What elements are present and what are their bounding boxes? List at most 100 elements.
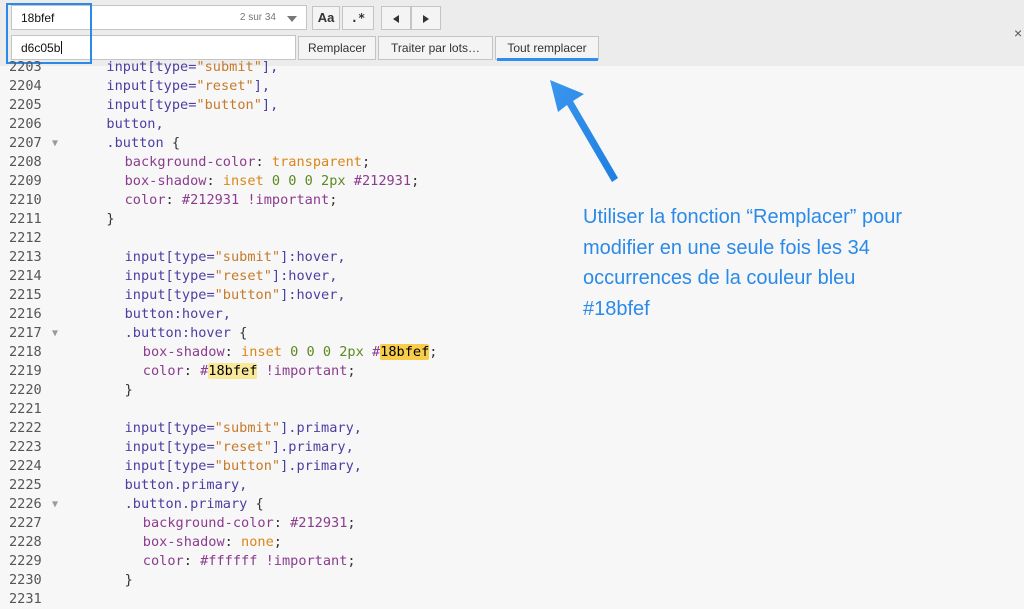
- fold-toggle-icon[interactable]: ▼: [52, 495, 58, 514]
- line-number: 2222: [9, 420, 42, 436]
- code-token: "reset": [196, 78, 254, 94]
- code-text: }: [106, 210, 114, 229]
- code-token: ].primary,: [280, 420, 362, 436]
- code-token: :: [206, 173, 223, 189]
- code-token: ;: [411, 173, 420, 189]
- code-text: box-shadow: none;: [143, 533, 282, 552]
- line-number: 2208: [9, 154, 42, 170]
- code-token: color: [124, 192, 166, 208]
- line-number: 2223: [9, 439, 42, 455]
- code-line: 2226 ▼ .button.primary {: [0, 495, 1024, 514]
- code-text: button:hover,: [125, 305, 231, 324]
- code-line: 2222 input[type="submit"].primary,: [0, 419, 1024, 438]
- code-line: 2227 background-color: #212931;: [0, 514, 1024, 533]
- code-token: button.primary,: [124, 477, 248, 493]
- code-token: ;: [361, 154, 371, 170]
- line-number: 2224: [9, 458, 42, 474]
- code-token: ],: [253, 78, 271, 94]
- code-line: 2207 ▼ .button {: [0, 134, 1024, 153]
- code-token: input[: [124, 287, 174, 303]
- code-token: input[: [106, 59, 156, 75]
- line-number: 2231: [9, 591, 42, 607]
- code-token: "reset": [214, 268, 272, 284]
- code-token: .button:hover: [124, 325, 240, 341]
- line-number: 2227: [9, 515, 42, 531]
- code-token: :: [255, 154, 272, 170]
- code-token: input[: [124, 268, 174, 284]
- code-token: box-shadow: [142, 534, 225, 550]
- code-token: :: [165, 192, 182, 208]
- code-line: 2220}: [0, 381, 1024, 400]
- replace-button[interactable]: Remplacer: [298, 36, 376, 60]
- find-replace-bar: 18bfef 2 sur 34 d6c05b Aa .* Remplacer T…: [0, 0, 1024, 67]
- code-token: }: [106, 211, 115, 227]
- code-text: input[type="button"]:hover,: [125, 286, 346, 305]
- code-line: 2231: [0, 590, 1024, 609]
- close-icon[interactable]: ×: [1014, 25, 1022, 41]
- line-number: 2215: [9, 287, 42, 303]
- code-text: .button {: [106, 134, 180, 153]
- code-token: background-color: [124, 154, 256, 170]
- code-line: 2209 box-shadow: inset 0 0 0 2px #212931;: [0, 172, 1024, 191]
- code-line: 2206 button,: [0, 115, 1024, 134]
- line-number: 2203: [9, 59, 42, 75]
- code-token: "submit": [214, 249, 281, 265]
- code-token: type=: [173, 287, 215, 303]
- code-token: 0 0 0 2px: [290, 344, 372, 360]
- code-token: input[: [124, 249, 174, 265]
- code-token: inset: [241, 344, 291, 360]
- line-number: 2217: [9, 325, 42, 341]
- code-token: .button.primary: [124, 496, 256, 512]
- code-text: input[type="submit"]:hover,: [125, 248, 346, 267]
- code-text: input[type="submit"],: [106, 58, 278, 77]
- fold-toggle-icon[interactable]: ▼: [52, 134, 58, 153]
- code-editor[interactable]: 2203 input[type="submit"], 2204 input[type=…: [0, 59, 1024, 609]
- code-token: background-color: [142, 515, 274, 531]
- regex-button[interactable]: .*: [342, 6, 374, 30]
- replace-all-button[interactable]: Tout remplacer: [495, 36, 599, 60]
- code-line: 2205 input[type="button"],: [0, 96, 1024, 115]
- code-text: color: #212931 !important;: [125, 191, 338, 210]
- code-token: }: [124, 382, 133, 398]
- code-text: color: #ffffff !important;: [143, 552, 356, 571]
- line-number: 2205: [9, 97, 42, 113]
- code-line: 2219 color: #18bfef !important;: [0, 362, 1024, 381]
- code-token: type=: [155, 59, 197, 75]
- next-match-button[interactable]: [411, 6, 441, 30]
- line-number: 2210: [9, 192, 42, 208]
- fold-toggle-icon[interactable]: ▼: [52, 324, 58, 343]
- code-token: !important: [247, 192, 330, 208]
- code-token: "button": [214, 287, 281, 303]
- code-token: button:hover,: [124, 306, 231, 322]
- code-token: :: [224, 344, 242, 360]
- previous-match-button[interactable]: [381, 6, 411, 30]
- code-token: type=: [173, 249, 215, 265]
- code-line: 2230}: [0, 571, 1024, 590]
- code-line: 2221: [0, 400, 1024, 419]
- line-number: 2212: [9, 230, 42, 246]
- code-token: !important: [257, 363, 348, 379]
- code-line: 2208 background-color: transparent;: [0, 153, 1024, 172]
- code-line: 2217 ▼ .button:hover {: [0, 324, 1024, 343]
- code-token: ;: [429, 344, 438, 360]
- match-case-button[interactable]: Aa: [312, 6, 340, 30]
- line-number: 2230: [9, 572, 42, 588]
- code-line: 2203 input[type="submit"],: [0, 58, 1024, 77]
- code-text: input[type="button"].primary,: [125, 457, 362, 476]
- code-token: input[: [124, 458, 174, 474]
- line-number: 2225: [9, 477, 42, 493]
- code-token: input[: [124, 420, 174, 436]
- code-token: type=: [173, 268, 215, 284]
- code-text: .button.primary {: [125, 495, 264, 514]
- code-line: 2224 input[type="button"].primary,: [0, 457, 1024, 476]
- line-number: 2218: [9, 344, 42, 360]
- chevron-down-icon[interactable]: [287, 16, 297, 22]
- batch-process-button[interactable]: Traiter par lots…: [378, 36, 493, 60]
- code-line: 2225 button.primary,: [0, 476, 1024, 495]
- code-token: type=: [173, 458, 215, 474]
- code-token: color: [142, 363, 184, 379]
- code-text: background-color: transparent;: [125, 153, 371, 172]
- code-text: button,: [106, 115, 163, 134]
- code-token: ]:hover,: [280, 249, 346, 265]
- code-token: box-shadow: [124, 173, 207, 189]
